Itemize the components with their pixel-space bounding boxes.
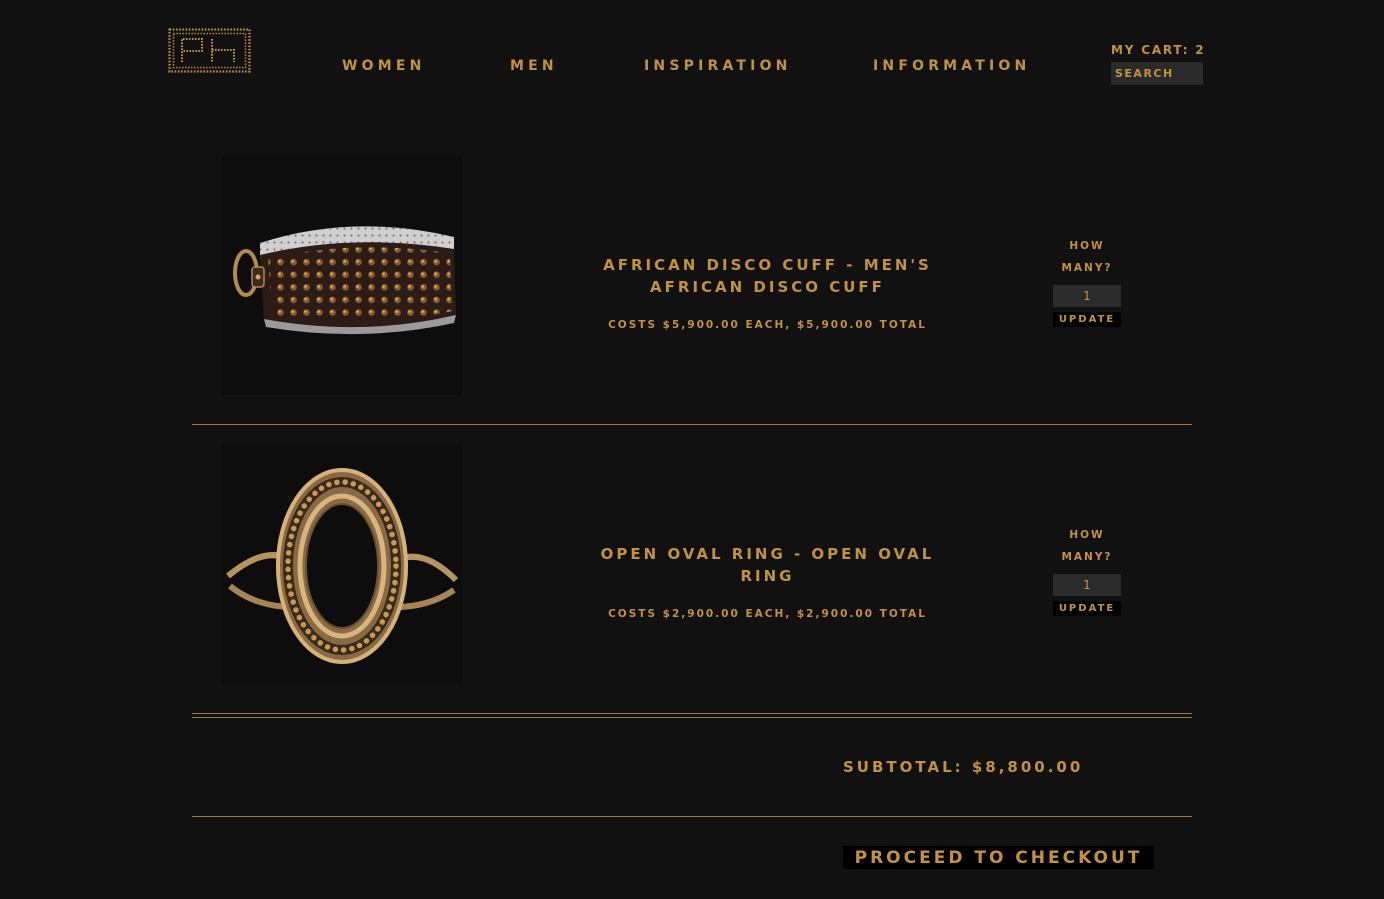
cart-link[interactable]: MY CART: 2 <box>1111 43 1205 57</box>
quantity-input[interactable] <box>1053 285 1121 307</box>
ph-logo[interactable] <box>168 28 251 73</box>
cart-item: OPEN OVAL RING - OPEN OVAL RING COSTS $2… <box>0 444 1384 704</box>
quantity-label: HOW MANY? <box>1061 529 1113 563</box>
nav-women[interactable]: WOMEN <box>342 58 426 74</box>
cart-item-price: COSTS $2,900.00 EACH, $2,900.00 TOTAL <box>608 608 927 620</box>
cart-item-name[interactable]: AFRICAN DISCO CUFF - MEN'S AFRICAN DISCO… <box>590 254 945 298</box>
quantity-input[interactable] <box>1053 574 1121 596</box>
divider <box>192 816 1192 817</box>
quantity-label: HOW MANY? <box>1061 240 1113 274</box>
divider <box>192 713 1192 714</box>
proceed-to-checkout-button[interactable]: PROCEED TO CHECKOUT <box>843 846 1154 869</box>
nav-inspiration[interactable]: INSPIRATION <box>644 58 792 74</box>
cart-item-price: COSTS $5,900.00 EACH, $5,900.00 TOTAL <box>608 319 927 331</box>
nav-men[interactable]: MEN <box>510 58 558 74</box>
cart-item-image[interactable] <box>222 155 462 395</box>
subtotal: SUBTOTAL: $8,800.00 <box>843 758 1084 776</box>
divider <box>192 717 1192 718</box>
oval-ring-image <box>226 468 459 664</box>
cart-item-name[interactable]: OPEN OVAL RING - OPEN OVAL RING <box>590 543 945 587</box>
update-button[interactable]: UPDATE <box>1053 312 1121 327</box>
cart-item: AFRICAN DISCO CUFF - MEN'S AFRICAN DISCO… <box>0 155 1384 415</box>
divider <box>192 424 1192 425</box>
search-input[interactable] <box>1111 62 1203 85</box>
nav-information[interactable]: INFORMATION <box>873 58 1030 74</box>
cart-item-image[interactable] <box>222 444 462 684</box>
cuff-bracelet-image <box>233 226 456 335</box>
update-button[interactable]: UPDATE <box>1053 601 1121 616</box>
